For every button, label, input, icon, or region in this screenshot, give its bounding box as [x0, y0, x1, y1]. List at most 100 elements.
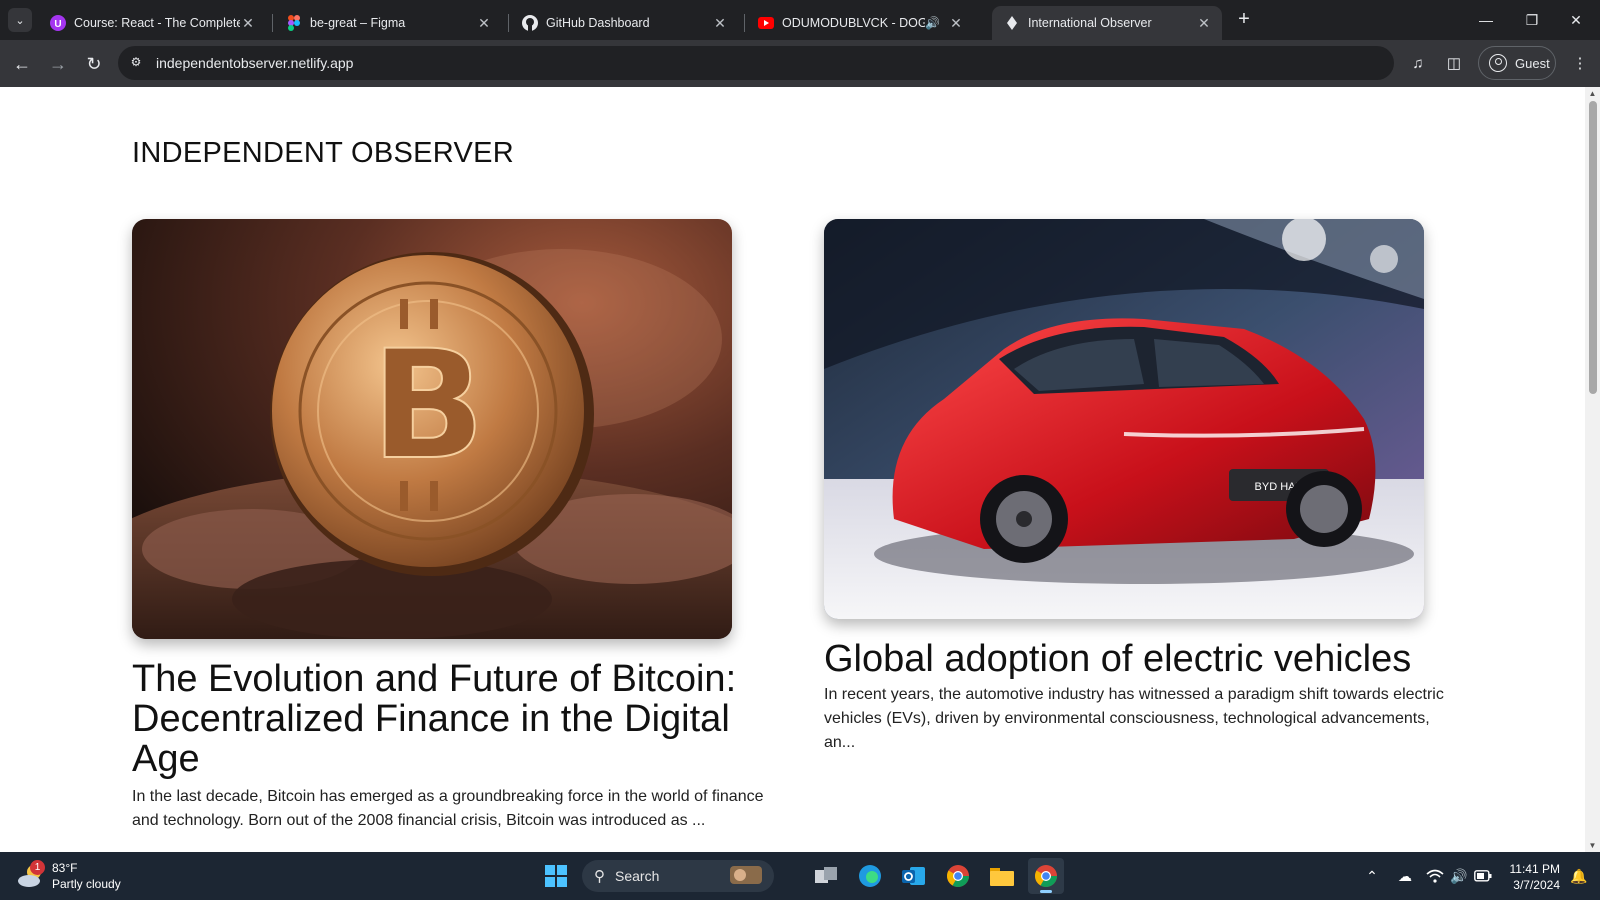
active-indicator	[1040, 890, 1052, 893]
arrow-left-icon: ←	[13, 54, 31, 74]
youtube-icon	[758, 15, 774, 31]
close-tab-icon[interactable]: ✕	[240, 15, 256, 32]
article-excerpt: In the last decade, Bitcoin has emerged …	[132, 788, 764, 829]
volume-icon[interactable]: 🔊	[1448, 852, 1470, 900]
site-brand[interactable]: INDEPENDENT OBSERVER	[132, 137, 514, 170]
outlook-icon	[902, 867, 925, 885]
system-clock[interactable]: 11:41 PM 3/7/2024	[1500, 861, 1560, 893]
article-card-bitcoin[interactable]: B The Evolution and Future of Bitcoin: D…	[132, 219, 768, 833]
figma-icon	[286, 15, 302, 31]
netlify-icon	[1004, 15, 1020, 31]
close-icon: ✕	[1570, 12, 1582, 28]
taskbar-chrome-active[interactable]	[1028, 858, 1064, 894]
address-bar[interactable]: ⚙ independentobserver.netlify.app	[118, 46, 1394, 80]
back-button[interactable]: ←	[8, 50, 36, 78]
web-page: INDEPENDENT OBSERVER B The Evolution and…	[0, 87, 1585, 852]
notification-badge: 1	[30, 860, 45, 875]
chevron-down-icon: ⌄	[15, 14, 25, 27]
forward-button[interactable]: →	[44, 50, 72, 78]
weather-widget[interactable]: 1 83°F Partly cloudy	[16, 860, 121, 892]
clock-time: 11:41 PM	[1509, 862, 1560, 876]
browser-toolbar: ← → ↻ ⚙ independentobserver.netlify.app …	[0, 40, 1600, 87]
tab-github[interactable]: GitHub Dashboard ✕	[510, 6, 738, 40]
udemy-icon: U	[50, 15, 66, 31]
notification-bell-icon[interactable]: 🔔	[1568, 852, 1590, 900]
taskbar-outlook[interactable]	[896, 858, 932, 894]
tab-title: ODUMODUBLVCK - DOG EA	[782, 16, 926, 30]
tab-divider	[272, 14, 273, 32]
battery-icon[interactable]	[1472, 852, 1494, 900]
start-button[interactable]	[538, 858, 574, 894]
reload-button[interactable]: ↻	[80, 50, 108, 78]
close-tab-icon[interactable]: ✕	[712, 15, 728, 32]
weather-condition: Partly cloudy	[52, 877, 121, 891]
task-view-icon	[815, 867, 837, 883]
red-electric-car-image[interactable]: BYD HAN	[824, 219, 1424, 619]
close-window-button[interactable]: ✕	[1556, 6, 1596, 34]
tab-youtube[interactable]: ODUMODUBLVCK - DOG EA 🔊 ✕	[746, 6, 974, 40]
menu-kebab-icon[interactable]: ⋮	[1568, 52, 1592, 76]
url-text: independentobserver.netlify.app	[156, 55, 354, 71]
tab-title: International Observer	[1028, 16, 1152, 30]
clock-date: 3/7/2024	[1513, 878, 1560, 892]
taskbar-search[interactable]: ⚲ Search	[582, 860, 774, 892]
profile-button[interactable]: Guest	[1478, 46, 1556, 80]
search-icon: ⚲	[594, 868, 605, 885]
chevron-up-icon[interactable]: ⌃	[1362, 852, 1382, 900]
tab-title: Course: React - The Complete G	[74, 16, 240, 30]
scroll-down-icon[interactable]: ▼	[1588, 841, 1597, 850]
wifi-icon[interactable]	[1424, 852, 1446, 900]
tab-title: be-great – Figma	[310, 16, 406, 30]
new-tab-button[interactable]: +	[1232, 8, 1256, 32]
tab-divider	[508, 14, 509, 32]
github-icon	[522, 15, 538, 31]
search-label: Search	[615, 868, 660, 884]
search-highlight-icon	[728, 864, 764, 889]
speaker-icon[interactable]: 🔊	[925, 16, 940, 30]
close-tab-icon[interactable]: ✕	[476, 15, 492, 32]
taskbar-chrome[interactable]	[940, 858, 976, 894]
minimize-button[interactable]: —	[1466, 6, 1506, 34]
onedrive-icon[interactable]: ☁	[1394, 852, 1416, 900]
article-title[interactable]: The Evolution and Future of Bitcoin: Dec…	[132, 659, 768, 779]
tab-figma[interactable]: be-great – Figma ✕	[274, 6, 502, 40]
site-settings-icon[interactable]: ⚙	[128, 55, 144, 71]
side-panel-icon[interactable]: ◫	[1442, 52, 1466, 76]
svg-text:U: U	[54, 19, 61, 30]
chrome-icon	[947, 865, 969, 887]
restore-icon: ❐	[1525, 12, 1539, 28]
close-tab-icon[interactable]: ✕	[1196, 15, 1212, 32]
minimize-icon: —	[1479, 12, 1493, 28]
close-tab-icon[interactable]: ✕	[948, 15, 964, 32]
person-icon	[1489, 54, 1507, 72]
windows-taskbar: 1 83°F Partly cloudy ⚲ Search ⌃ ☁ 🔊 11:4…	[0, 852, 1600, 900]
taskbar-file-explorer[interactable]	[984, 858, 1020, 894]
article-excerpt: In recent years, the automotive industry…	[824, 686, 1444, 751]
article-card-electric-vehicles[interactable]: BYD HAN Global adoption of electric vehi…	[824, 219, 1464, 755]
chrome-icon	[1035, 865, 1057, 887]
page-scrollbar[interactable]: ▲ ▼	[1585, 87, 1600, 852]
tab-divider	[744, 14, 745, 32]
tab-title: GitHub Dashboard	[546, 16, 650, 30]
scrollbar-thumb[interactable]	[1589, 101, 1597, 394]
article-title[interactable]: Global adoption of electric vehicles	[824, 639, 1464, 679]
plus-icon: +	[1238, 8, 1250, 30]
bitcoin-coin-image[interactable]: B	[132, 219, 732, 639]
windows-logo-icon	[545, 865, 567, 887]
media-controls-icon[interactable]: ♫	[1406, 52, 1430, 76]
tab-search-button[interactable]: ⌄	[8, 8, 32, 32]
taskbar-edge[interactable]	[852, 858, 888, 894]
tab-udemy[interactable]: U Course: React - The Complete G ✕	[38, 6, 266, 40]
profile-label: Guest	[1515, 55, 1550, 71]
svg-text:B: B	[371, 319, 485, 493]
edge-icon	[859, 865, 881, 887]
tab-strip: ⌄ U Course: React - The Complete G ✕ be-…	[0, 0, 1600, 40]
weather-temp: 83°F	[52, 861, 78, 875]
task-view-button[interactable]	[808, 858, 844, 894]
partly-cloudy-icon: 1	[16, 860, 46, 891]
folder-icon	[990, 868, 1014, 886]
restore-button[interactable]: ❐	[1512, 6, 1552, 34]
tab-international-observer[interactable]: International Observer ✕	[992, 6, 1222, 40]
arrow-right-icon: →	[49, 54, 67, 74]
scroll-up-icon[interactable]: ▲	[1588, 89, 1597, 98]
